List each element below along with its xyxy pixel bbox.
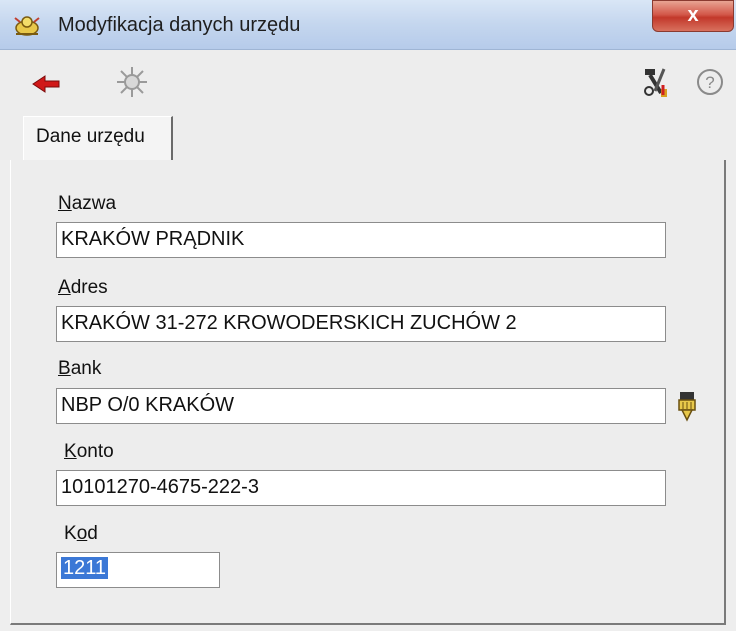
cancel-sun-icon — [117, 67, 147, 97]
adres-value: KRAKÓW 31-272 KROWODERSKICH ZUCHÓW 2 — [61, 312, 517, 334]
kod-field[interactable]: 1211 — [56, 552, 220, 588]
bank-field[interactable]: NBP O/0 KRAKÓW — [56, 388, 666, 424]
close-button[interactable]: x — [652, 0, 734, 32]
nazwa-label: Nazwa — [58, 193, 117, 214]
svg-text:?: ? — [705, 73, 714, 92]
tab-dane-urzedu[interactable]: Dane urzędu — [23, 116, 173, 160]
konto-value: 10101270-4675-222-3 — [61, 476, 259, 498]
dialog-window: Modyfikacja danych urzędu x ? Dane urzęd… — [0, 0, 736, 631]
toolbar: ? — [0, 50, 736, 113]
window-title: Modyfikacja danych urzędu — [58, 14, 301, 36]
tab-label: Dane urzędu — [36, 126, 145, 147]
adres-field[interactable]: KRAKÓW 31-272 KROWODERSKICH ZUCHÓW 2 — [56, 306, 666, 342]
nazwa-field[interactable]: KRAKÓW PRĄDNIK — [56, 222, 666, 258]
title-bar[interactable]: Modyfikacja danych urzędu x — [0, 0, 736, 50]
help-button[interactable]: ? — [690, 62, 730, 102]
back-button[interactable] — [26, 64, 66, 104]
tools-button[interactable] — [636, 62, 676, 102]
back-arrow-icon — [32, 75, 60, 93]
app-icon — [14, 16, 40, 36]
konto-label: Konto — [64, 441, 114, 462]
kod-label: Kod — [64, 523, 98, 544]
nazwa-value: KRAKÓW PRĄDNIK — [61, 228, 245, 250]
help-icon: ? — [697, 69, 723, 95]
cancel-button[interactable] — [112, 62, 152, 102]
adres-label: Adres — [58, 277, 108, 298]
bank-value: NBP O/0 KRAKÓW — [61, 394, 235, 416]
kod-value: 1211 — [61, 557, 109, 579]
bank-label: Bank — [58, 358, 102, 379]
close-icon: x — [687, 4, 699, 26]
konto-field[interactable]: 10101270-4675-222-3 — [56, 470, 666, 506]
bank-lookup-icon[interactable] — [676, 390, 698, 422]
tools-icon — [644, 68, 667, 97]
